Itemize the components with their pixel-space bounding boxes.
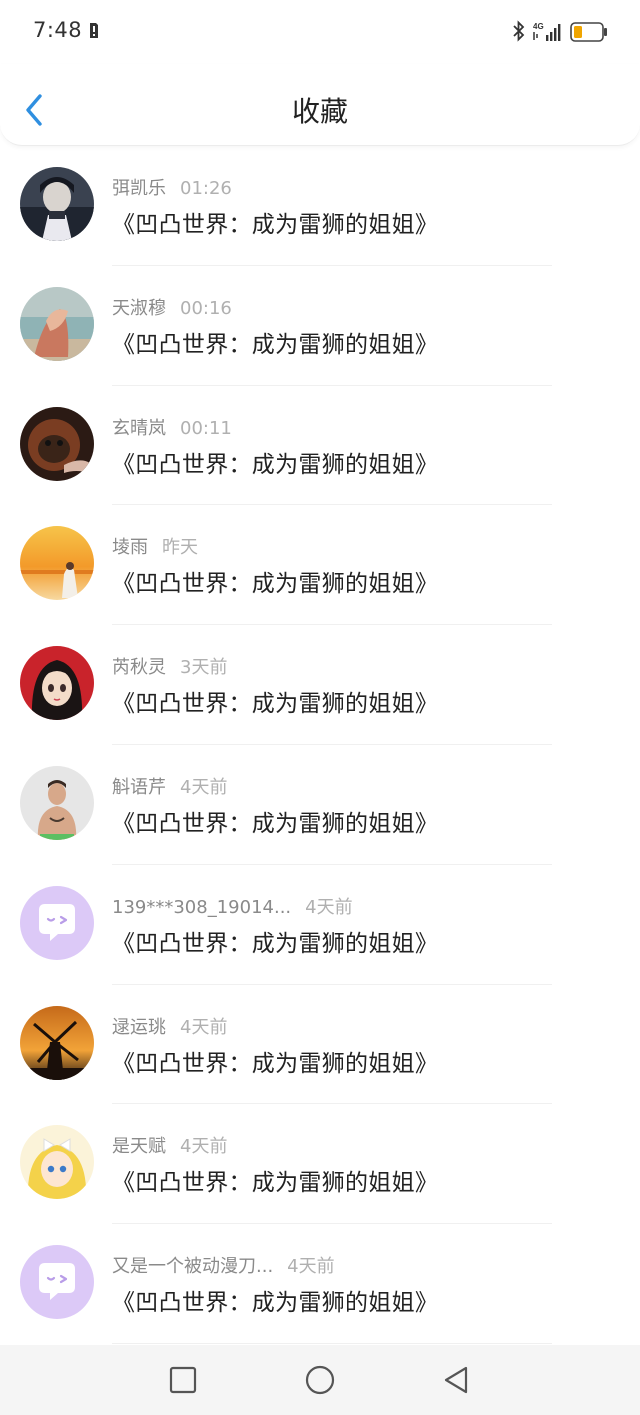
item-title: 《凹凸世界：成为雷狮的姐姐》 [112, 1170, 439, 1197]
item-meta: 堎雨 昨天 [112, 533, 198, 559]
tattoo-man-avatar[interactable] [20, 765, 94, 840]
item-time: 4天前 [180, 1016, 228, 1038]
user-name: 弭凯乐 [112, 178, 166, 199]
item-meta: 弭凯乐 01:26 [112, 174, 232, 200]
item-meta: 玄晴岚 00:11 [112, 414, 232, 440]
item-meta: 逯运珧 4天前 [112, 1013, 227, 1039]
list-item[interactable]: 玄晴岚 00:11 《凹凸世界：成为雷狮的姐姐》 [0, 386, 640, 506]
item-time: 4天前 [180, 1136, 228, 1158]
sim-alert-icon [90, 23, 98, 38]
item-time: 4天前 [287, 1256, 335, 1278]
recents-square-icon[interactable] [168, 1365, 198, 1395]
user-name: 又是一个被动漫刀... [112, 1256, 274, 1278]
item-meta: 天淑穆 00:16 [112, 294, 232, 320]
item-title: 《凹凸世界：成为雷狮的姐姐》 [112, 810, 439, 837]
item-meta: 又是一个被动漫刀... 4天前 [112, 1252, 335, 1278]
divider [112, 1342, 552, 1344]
item-title: 《凹凸世界：成为雷狮的姐姐》 [112, 691, 439, 718]
user-name: 139***308_19014... [112, 896, 292, 918]
page-title: 收藏 [291, 95, 348, 128]
system-nav-bar [0, 1345, 640, 1415]
list-item[interactable]: 堎雨 昨天 《凹凸世界：成为雷狮的姐姐》 [0, 505, 640, 626]
user-name: 堎雨 [112, 537, 148, 559]
item-time: 00:16 [180, 297, 232, 319]
list-item[interactable]: 逯运珧 4天前 《凹凸世界：成为雷狮的姐姐》 [0, 985, 640, 1105]
illustrated-girl-avatar[interactable] [20, 646, 94, 721]
item-title: 《凹凸世界：成为雷狮的姐姐》 [112, 571, 439, 598]
item-time: 00:11 [180, 417, 232, 439]
list-item[interactable]: 天淑穆 00:16 《凹凸世界：成为雷狮的姐姐》 [0, 266, 640, 386]
list-item[interactable]: 又是一个被动漫刀... 4天前 《凹凸世界：成为雷狮的姐姐》 [0, 1224, 640, 1344]
item-time: 昨天 [162, 537, 198, 559]
bluetooth-icon [513, 20, 525, 42]
user-name: 玄晴岚 [112, 417, 166, 439]
user-name: 天淑穆 [112, 297, 166, 319]
item-meta: 芮秋灵 3天前 [112, 653, 227, 679]
user-name: 斛语芹 [112, 776, 166, 798]
status-time: 7:48 [33, 18, 83, 42]
orangutan-avatar[interactable] [20, 406, 94, 481]
item-time: 4天前 [180, 776, 228, 798]
4g-signal-icon: 4G [533, 22, 561, 41]
item-title: 《凹凸世界：成为雷狮的姐姐》 [112, 212, 439, 238]
home-circle-icon[interactable] [305, 1365, 335, 1395]
back-triangle-icon[interactable] [441, 1365, 471, 1395]
item-title: 《凹凸世界：成为雷狮的姐姐》 [112, 1290, 439, 1317]
item-time: 3天前 [180, 657, 228, 679]
beach-photo-avatar[interactable] [20, 286, 94, 361]
list-item[interactable]: 芮秋灵 3天前 《凹凸世界：成为雷狮的姐姐》 [0, 625, 640, 745]
anime-blonde-avatar[interactable] [20, 1125, 94, 1200]
status-bar: 7:48 4G [0, 0, 640, 64]
user-name: 芮秋灵 [112, 657, 166, 679]
list-item[interactable]: 139***308_19014... 4天前 《凹凸世界：成为雷狮的姐姐》 [0, 865, 640, 985]
item-meta: 是天赋 4天前 [112, 1132, 227, 1158]
network-label: 4G [533, 22, 544, 31]
item-meta: 139***308_19014... 4天前 [112, 893, 353, 919]
item-title: 《凹凸世界：成为雷狮的姐姐》 [112, 451, 439, 478]
user-name: 是天赋 [112, 1136, 166, 1158]
item-time: 01:26 [180, 178, 232, 199]
item-title: 《凹凸世界：成为雷狮的姐姐》 [112, 331, 439, 358]
item-meta: 斛语芹 4天前 [112, 773, 227, 799]
favorites-list: 弭凯乐 01:26 《凹凸世界：成为雷狮的姐姐》 天淑穆 00:16 《凹凸世界：成… [0, 146, 640, 1344]
list-item[interactable]: 是天赋 4天前 《凹凸世界：成为雷狮的姐姐》 [0, 1104, 640, 1225]
item-title: 《凹凸世界：成为雷狮的姐姐》 [112, 1050, 439, 1077]
anime-boy-avatar[interactable] [20, 167, 94, 241]
item-time: 4天前 [305, 896, 353, 918]
item-title: 《凹凸世界：成为雷狮的姐姐》 [112, 930, 439, 957]
default-chat-avatar[interactable] [20, 1245, 94, 1320]
default-chat-avatar[interactable] [20, 885, 94, 960]
user-name: 逯运珧 [112, 1016, 166, 1038]
battery-low-icon [570, 22, 607, 42]
page-header: 收藏 [0, 64, 640, 146]
list-item[interactable]: 弭凯乐 01:26 《凹凸世界：成为雷狮的姐姐》 [0, 146, 640, 266]
list-item[interactable]: 斛语芹 4天前 《凹凸世界：成为雷狮的姐姐》 [0, 745, 640, 865]
sunset-girl-avatar[interactable] [20, 526, 94, 601]
windmill-sunset-avatar[interactable] [20, 1005, 94, 1080]
